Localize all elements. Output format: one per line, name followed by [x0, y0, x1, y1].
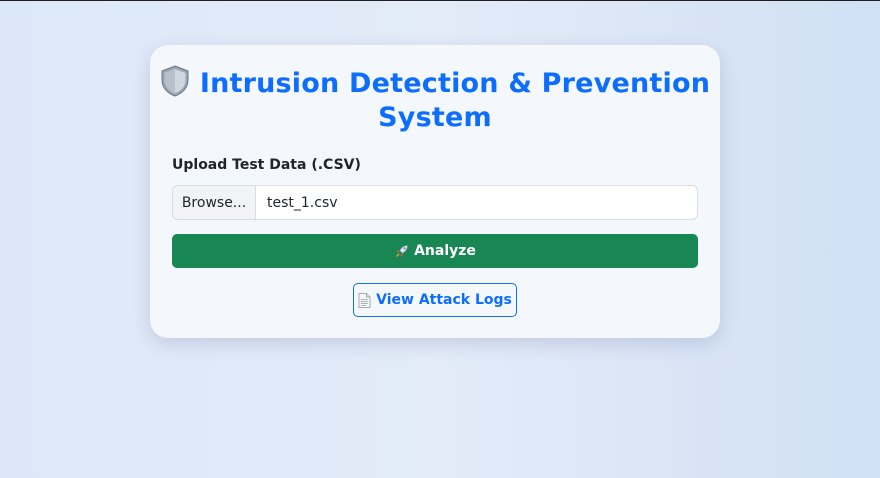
upload-label: Upload Test Data (.CSV): [172, 157, 361, 173]
analyze-button[interactable]: Analyze: [172, 234, 698, 268]
view-attack-logs-label: View Attack Logs: [376, 292, 512, 308]
rocket-icon: [394, 243, 410, 259]
browse-button[interactable]: Browse...: [173, 186, 256, 219]
main-card: Intrusion Detection & Prevention System …: [150, 45, 720, 338]
document-icon: [358, 292, 371, 308]
window-top-border: [0, 0, 880, 1]
selected-file-name: test_1.csv: [267, 194, 338, 211]
view-attack-logs-button[interactable]: View Attack Logs: [353, 283, 517, 317]
page-title: Intrusion Detection & Prevention System: [150, 65, 720, 135]
shield-icon: [160, 65, 190, 97]
file-upload-input[interactable]: Browse... test_1.csv: [172, 185, 698, 220]
analyze-label: Analyze: [414, 243, 476, 259]
page-title-text: Intrusion Detection & Prevention System: [199, 68, 711, 133]
